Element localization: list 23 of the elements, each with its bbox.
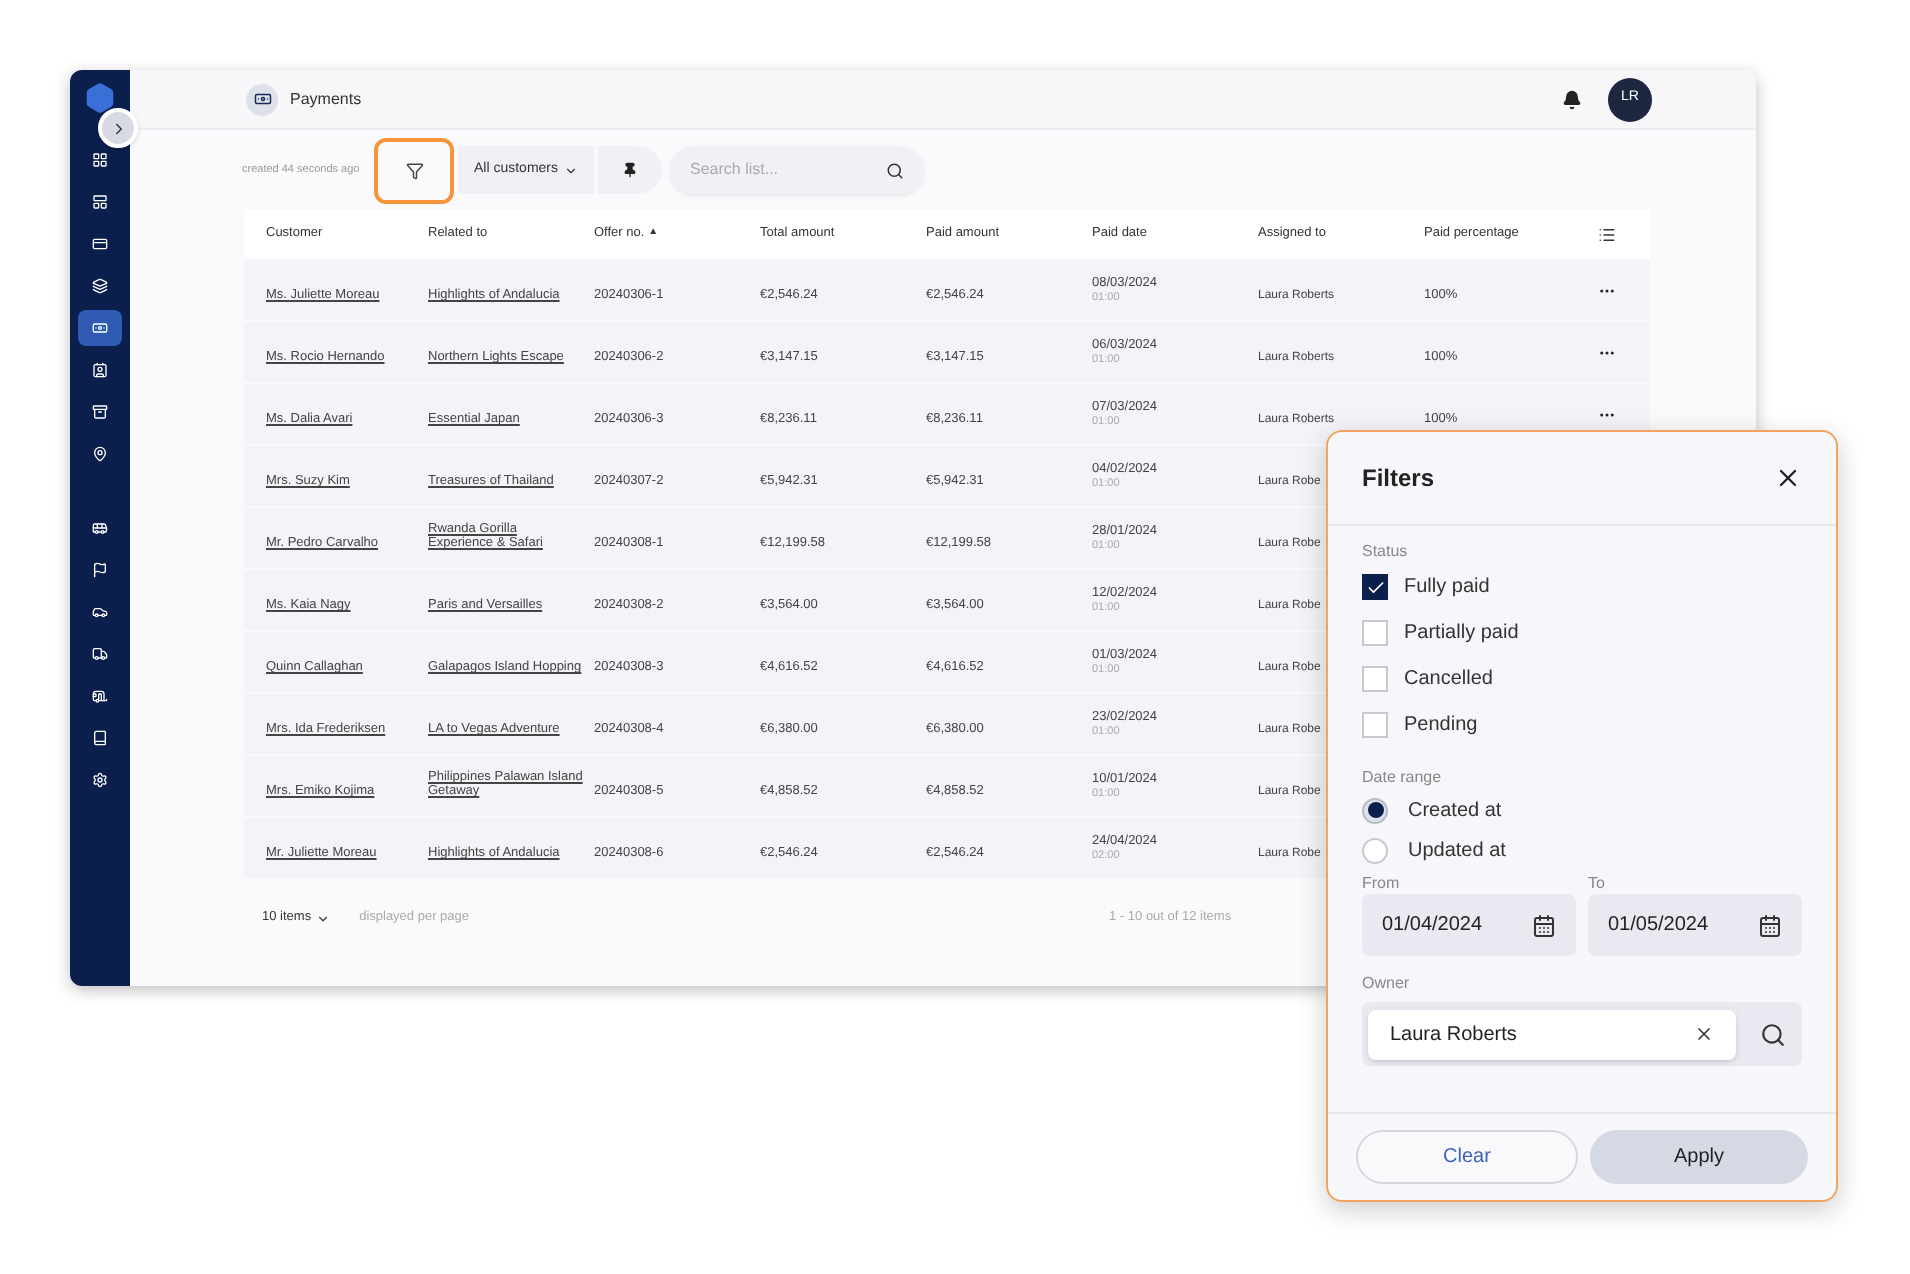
checkbox-label: Partially paid	[1404, 620, 1519, 648]
panel-title: Filters	[1362, 462, 1437, 496]
checkbox-label: Fully paid	[1404, 574, 1490, 602]
date-value: 01/04/2024	[1382, 912, 1485, 940]
radio-label: Updated at	[1408, 837, 1506, 865]
search-field[interactable]: Search list...	[670, 146, 925, 194]
page-title: Payments	[290, 87, 362, 111]
checkbox-label: Pending	[1404, 712, 1478, 740]
date-field[interactable]: 01/04/2024	[1362, 894, 1576, 956]
field-label: To	[1588, 872, 1607, 894]
search-input[interactable]: Search list...	[690, 158, 887, 182]
owner-field[interactable]: Laura Roberts	[1368, 1009, 1736, 1059]
section-label: Date range	[1362, 766, 1444, 790]
date-value: 01/05/2024	[1608, 912, 1711, 940]
radio-label: Created at	[1408, 797, 1502, 825]
section-label: Status	[1362, 540, 1410, 564]
checkbox-label: Cancelled	[1404, 666, 1493, 694]
field-label: From	[1362, 872, 1402, 894]
clear-button[interactable]: Clear	[1356, 1130, 1578, 1184]
field-label: Owner	[1362, 972, 1412, 996]
date-field[interactable]: 01/05/2024	[1588, 894, 1802, 956]
owner-value: Laura Roberts	[1390, 1021, 1519, 1049]
apply-button[interactable]: Apply	[1590, 1130, 1808, 1184]
